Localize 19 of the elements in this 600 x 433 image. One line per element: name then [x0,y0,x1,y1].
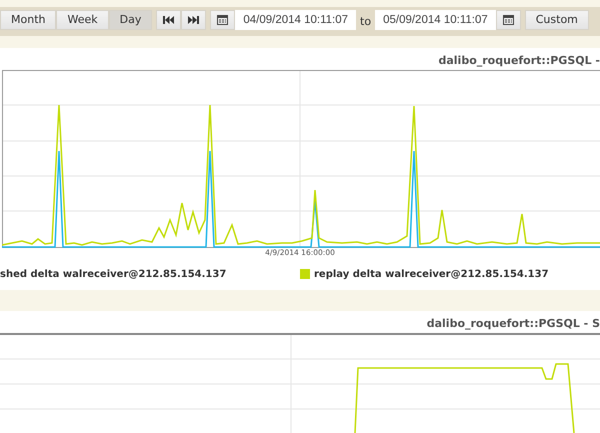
legend-label: replay delta walreceiver@212.85.154.137 [314,268,549,280]
calendar-button[interactable] [210,10,236,30]
skip-forward-icon [188,16,200,24]
calendar-icon [502,14,514,26]
date-to-field[interactable]: 05/09/2014 10:11:07 [375,10,496,30]
range-button[interactable]: Month [0,10,56,30]
chart-title: dalibo_roquefort::PGSQL - [437,53,600,69]
date-from-field[interactable]: 04/09/2014 10:11:07 [235,10,356,30]
first-page-button[interactable] [156,10,182,30]
skip-back-icon [163,16,174,24]
range-button[interactable]: Week [56,10,109,30]
range-separator: to [360,15,372,28]
last-page-button[interactable] [181,10,206,30]
custom-button[interactable]: Custom [524,10,589,30]
calendar-icon [217,14,228,26]
chart-title: dalibo_roquefort::PGSQL - S [426,316,600,332]
calendar-button[interactable] [496,10,521,30]
legend-label: shed delta walreceiver@212.85.154.137 [0,268,226,280]
range-button[interactable]: Day [108,10,152,30]
